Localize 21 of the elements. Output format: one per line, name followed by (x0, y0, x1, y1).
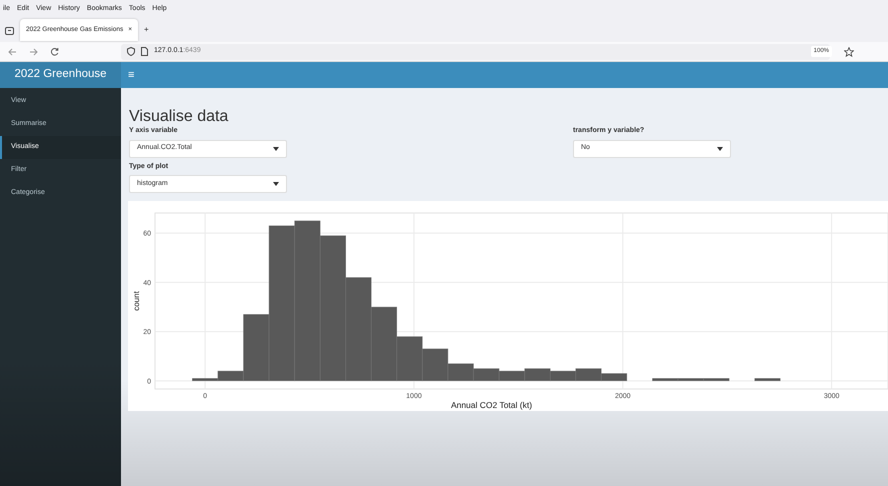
shield-icon[interactable] (127, 47, 135, 56)
histogram-bar (550, 371, 576, 382)
x-axis-title: Annual CO2 Total (kt) (450, 400, 532, 410)
back-icon[interactable] (8, 48, 17, 56)
histogram-bar (524, 368, 550, 382)
page-title: Visualise data (129, 107, 230, 126)
histogram-bar (498, 371, 525, 382)
histogram-bar (754, 378, 780, 382)
menu-toggle-button[interactable]: ≡ (128, 66, 134, 84)
dropdown-caret-icon (717, 146, 723, 151)
y-axis-title: count (132, 291, 141, 311)
dropdown-caret-icon (273, 146, 279, 151)
app-brand: 2022 Greenhouse (0, 62, 121, 88)
reload-icon[interactable] (50, 47, 59, 56)
tab-list-icon[interactable] (5, 26, 14, 34)
forward-icon[interactable] (29, 48, 38, 56)
histogram-bar (473, 368, 500, 382)
new-tab-button[interactable]: + (144, 24, 149, 36)
star-icon[interactable] (844, 46, 854, 56)
page-icon (141, 47, 148, 56)
dropdown-caret-icon (273, 182, 279, 186)
